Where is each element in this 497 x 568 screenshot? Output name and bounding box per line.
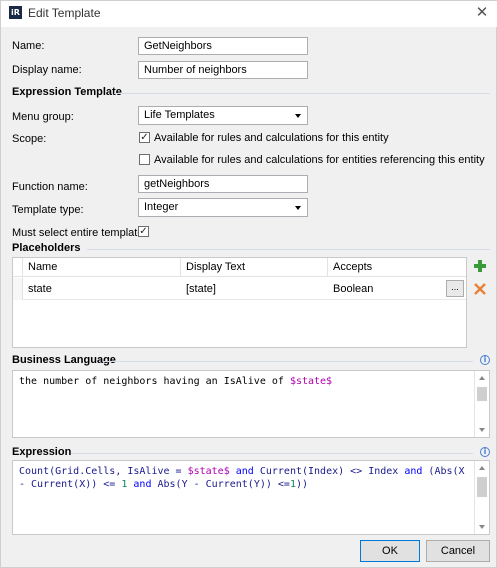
template-type-value: Integer	[144, 201, 179, 213]
info-icon[interactable]: i	[480, 447, 490, 457]
app-logo-icon: iR	[9, 6, 22, 19]
row-selector[interactable]	[13, 278, 23, 300]
business-language-heading: Business Language	[12, 354, 116, 366]
placeholders-grid: Name Display Text Accepts state [state] …	[12, 257, 467, 348]
column-header-name[interactable]: Name	[23, 258, 181, 277]
accepts-ellipsis-button[interactable]: ...	[446, 280, 464, 297]
scope-referencing-entities-checkbox[interactable]	[139, 154, 150, 165]
vertical-scrollbar[interactable]	[474, 371, 489, 437]
name-input[interactable]: GetNeighbors	[138, 37, 308, 55]
expression-heading: Expression	[12, 446, 72, 458]
section-divider	[71, 453, 473, 454]
scroll-up-icon	[479, 466, 485, 470]
cell-accepts[interactable]: Boolean	[332, 278, 442, 300]
display-name-input[interactable]: Number of neighbors	[138, 61, 308, 79]
scroll-thumb[interactable]	[477, 387, 487, 401]
cell-display-text[interactable]: [state]	[185, 278, 325, 300]
scope-referencing-entities-label: Available for rules and calculations for…	[154, 154, 485, 166]
checkmark-icon: ✓	[139, 226, 148, 237]
dialog-title: Edit Template	[28, 6, 101, 20]
scroll-down-icon	[479, 428, 485, 432]
checkmark-icon: ✓	[140, 132, 149, 143]
column-header-display-text[interactable]: Display Text	[181, 258, 328, 277]
placeholders-heading: Placeholders	[12, 242, 81, 254]
plus-icon	[474, 260, 486, 272]
expression-token: ))	[295, 479, 309, 490]
info-icon[interactable]: i	[480, 355, 490, 365]
vertical-scrollbar[interactable]	[474, 461, 489, 534]
menu-group-label: Menu group:	[12, 111, 74, 123]
section-divider	[114, 93, 490, 94]
expression-editor[interactable]: Count(Grid.Cells, IsAlive = $state$ and …	[12, 460, 490, 535]
expression-token: and	[229, 466, 260, 477]
scope-this-entity-checkbox[interactable]: ✓	[139, 132, 150, 143]
scroll-up-icon	[479, 376, 485, 380]
expression-token: and	[127, 479, 158, 490]
business-language-editor[interactable]: the number of neighbors having an IsAliv…	[12, 370, 490, 438]
scroll-down-icon	[479, 525, 485, 529]
delete-x-icon	[474, 283, 486, 295]
add-placeholder-button[interactable]	[471, 258, 489, 276]
expression-token: and	[404, 466, 423, 477]
scope-this-entity-label: Available for rules and calculations for…	[154, 132, 389, 144]
expression-template-heading: Expression Template	[12, 86, 122, 98]
expression-token: Abs(Y - Current(Y)) <=	[157, 479, 290, 490]
grid-corner	[13, 258, 23, 277]
expression-token: $state$	[187, 466, 230, 477]
close-button[interactable]: ✕	[472, 3, 492, 23]
scroll-thumb[interactable]	[477, 477, 487, 497]
expression-token: Current(Index) <> Index	[259, 466, 405, 477]
business-language-text: the number of neighbors having an IsAliv…	[19, 376, 333, 387]
menu-group-value: Life Templates	[144, 109, 215, 121]
must-select-checkbox[interactable]: ✓	[138, 226, 149, 237]
edit-template-dialog: iR Edit Template ✕ Name: GetNeighbors Di…	[0, 0, 497, 568]
expression-code: Count(Grid.Cells, IsAlive = $state$ and …	[19, 465, 471, 491]
section-divider	[103, 361, 473, 362]
name-label: Name:	[12, 40, 45, 52]
ok-button[interactable]: OK	[360, 540, 420, 562]
chevron-down-icon	[295, 206, 301, 210]
scope-label: Scope:	[12, 133, 47, 145]
column-header-accepts[interactable]: Accepts	[328, 258, 466, 277]
function-name-input[interactable]: getNeighbors	[138, 175, 308, 193]
must-select-label: Must select entire template:	[12, 227, 147, 239]
title-bar: iR Edit Template ✕	[1, 1, 497, 27]
template-type-select[interactable]: Integer	[138, 198, 308, 217]
chevron-down-icon	[295, 114, 301, 118]
expression-token: Count(Grid.Cells, IsAlive =	[19, 466, 188, 477]
template-type-label: Template type:	[12, 204, 84, 216]
cell-name[interactable]: state	[27, 278, 177, 300]
grid-header: Name Display Text Accepts	[13, 258, 466, 277]
function-name-label: Function name:	[12, 181, 88, 193]
menu-group-select[interactable]: Life Templates	[138, 106, 308, 125]
delete-placeholder-button[interactable]	[471, 281, 489, 299]
table-row[interactable]: state [state] Boolean ...	[13, 278, 466, 300]
section-divider	[87, 249, 490, 250]
display-name-label: Display name:	[12, 64, 82, 76]
cancel-button[interactable]: Cancel	[426, 540, 490, 562]
